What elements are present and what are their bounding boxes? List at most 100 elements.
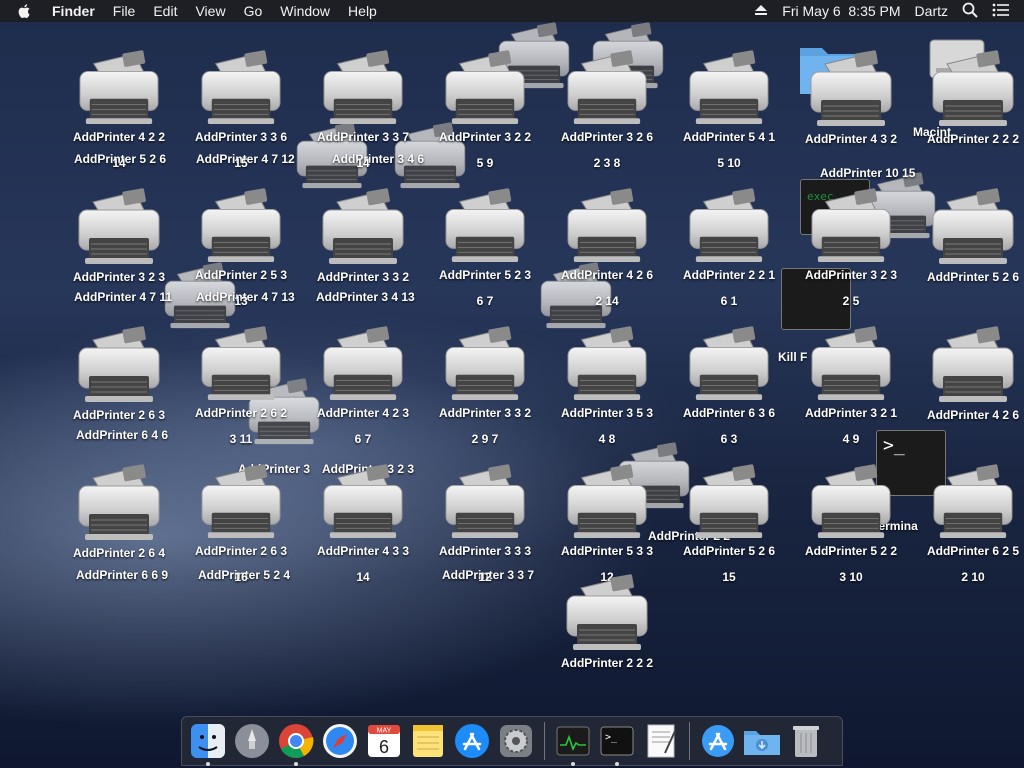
- desktop-icon-addprinter[interactable]: AddPrinter 5 3 3 12: [552, 464, 662, 584]
- desktop-icon-addprinter[interactable]: AddPrinter 3 2 2 5 9: [430, 50, 540, 170]
- trash-icon[interactable]: [786, 721, 826, 761]
- icon-label: AddPrinter 5 2 6: [926, 270, 1020, 284]
- printer-icon: [317, 50, 409, 126]
- icon-sublabel: 2 9 7: [471, 432, 499, 446]
- icon-label: AddPrinter 6 2 5: [926, 544, 1020, 558]
- desktop-icon-addprinter[interactable]: AddPrinter 3 2 3 2 5: [796, 188, 906, 308]
- printer-icon: [317, 464, 409, 540]
- svg-text:>_: >_: [605, 732, 618, 743]
- icon-label: AddPrinter 5 3 3: [560, 544, 654, 558]
- calendar-icon[interactable]: MAY 6: [364, 721, 404, 761]
- icon-sublabel: 5 10: [717, 156, 741, 170]
- desktop-icon-addprinter[interactable]: AddPrinter 3 2 6 2 3 8: [552, 50, 662, 170]
- desktop-icon-addprinter[interactable]: AddPrinter 3 3 3 12: [430, 464, 540, 584]
- icon-sublabel: 15: [722, 570, 736, 584]
- printer-icon: [683, 50, 775, 126]
- desktop-icon-addprinter[interactable]: AddPrinter 2 6 3 16: [186, 464, 296, 584]
- app-store-icon[interactable]: [452, 721, 492, 761]
- terminal-icon[interactable]: >_: [597, 721, 637, 766]
- icon-label: AddPrinter 2 2 2: [926, 132, 1020, 146]
- finder-icon[interactable]: [188, 721, 228, 766]
- icon-sublabel: 6 3: [720, 432, 738, 446]
- desktop-icon-addprinter[interactable]: AddPrinter 2 2 2: [552, 574, 662, 694]
- desktop-icon-addprinter[interactable]: AddPrinter 2 2 2: [918, 50, 1024, 170]
- icon-sublabel: 4 9: [842, 432, 860, 446]
- printer-icon: [561, 574, 653, 652]
- menu-view[interactable]: View: [195, 3, 225, 19]
- app-store-folder-icon[interactable]: [698, 721, 738, 761]
- icon-sublabel: 14: [112, 156, 126, 170]
- menu-go[interactable]: Go: [244, 3, 263, 19]
- icon-sublabel: 15: [234, 156, 248, 170]
- printer-icon: [73, 50, 165, 126]
- menu-file[interactable]: File: [113, 3, 136, 19]
- activity-monitor-icon[interactable]: [553, 721, 593, 766]
- desktop-icon-addprinter[interactable]: AddPrinter 4 2 6: [918, 326, 1024, 446]
- desktop-icon-addprinter[interactable]: AddPrinter 4 2 2 14: [64, 50, 174, 170]
- desktop-icon-addprinter[interactable]: AddPrinter 5 2 2 3 10: [796, 464, 906, 584]
- icon-sublabel: 4 8: [598, 432, 616, 446]
- textedit-icon[interactable]: [641, 721, 681, 761]
- desktop-icon-addprinter[interactable]: AddPrinter 2 5 3 13: [186, 188, 296, 308]
- downloads-folder-icon[interactable]: [742, 721, 782, 761]
- desktop-icon-addprinter[interactable]: AddPrinter 3 3 7 14: [308, 50, 418, 170]
- desktop-icon-addprinter[interactable]: AddPrinter 5 4 1 5 10: [674, 50, 784, 170]
- dock-separator: [689, 722, 690, 760]
- list-icon[interactable]: [992, 3, 1010, 20]
- desktop-icon-addprinter[interactable]: AddPrinter 2 2 1 6 1: [674, 188, 784, 308]
- desktop-icon-addprinter[interactable]: AddPrinter 5 2 6: [918, 188, 1024, 308]
- desktop-icon-addprinter[interactable]: AddPrinter 4 2 3 6 7: [308, 326, 418, 446]
- icon-label: AddPrinter 2 2 1: [682, 268, 776, 282]
- printer-icon: [805, 326, 897, 402]
- desktop: exec >_ AddPrinter 5 2 6 AddPrinter 4 7 …: [0, 22, 1024, 712]
- safari-icon[interactable]: [320, 721, 360, 761]
- user-menu[interactable]: Dartz: [915, 3, 948, 19]
- launchpad-icon[interactable]: [232, 721, 272, 761]
- desktop-icon-addprinter[interactable]: AddPrinter 5 2 3 6 7: [430, 188, 540, 308]
- icon-label: AddPrinter 3 2 1: [804, 406, 898, 420]
- icon-label: AddPrinter 4 2 2: [72, 130, 166, 144]
- clock[interactable]: Fri May 6 8:35 PM: [782, 3, 900, 19]
- menu-window[interactable]: Window: [280, 3, 330, 19]
- eject-icon[interactable]: [754, 3, 768, 19]
- icon-sublabel: 6 1: [720, 294, 738, 308]
- icon-sublabel: 3 11: [229, 432, 253, 446]
- menu-help[interactable]: Help: [348, 3, 377, 19]
- desktop-icon-addprinter[interactable]: AddPrinter 2 6 4: [64, 464, 174, 584]
- chrome-icon[interactable]: [276, 721, 316, 766]
- icon-label: AddPrinter 4 2 3: [316, 406, 410, 420]
- desktop-icon-addprinter[interactable]: AddPrinter 3 3 2 2 9 7: [430, 326, 540, 446]
- icon-label: AddPrinter 2 6 2: [194, 406, 288, 420]
- desktop-icon-addprinter[interactable]: AddPrinter 3 3 2: [308, 188, 418, 308]
- icon-label: AddPrinter 3 2 2: [438, 130, 532, 144]
- menu-app-name[interactable]: Finder: [52, 3, 95, 19]
- notes-icon[interactable]: [408, 721, 448, 761]
- icon-label: AddPrinter 2 2 2: [560, 656, 654, 670]
- icon-label: AddPrinter 2 6 3: [194, 544, 288, 558]
- icon-label: AddPrinter 3 3 6: [194, 130, 288, 144]
- icon-label: AddPrinter 4 2 6: [560, 268, 654, 282]
- desktop-icon-addprinter[interactable]: AddPrinter 3 3 6 15: [186, 50, 296, 170]
- desktop-icon-addprinter[interactable]: AddPrinter 4 2 6 2 14: [552, 188, 662, 308]
- desktop-icon-addprinter[interactable]: AddPrinter 6 3 6 6 3: [674, 326, 784, 446]
- search-icon[interactable]: [962, 2, 978, 21]
- desktop-icon-addprinter[interactable]: AddPrinter 5 2 6 15: [674, 464, 784, 584]
- icon-sublabel: 5 9: [476, 156, 494, 170]
- icon-label: AddPrinter 3 3 7: [316, 130, 410, 144]
- apple-icon[interactable]: [18, 3, 38, 19]
- desktop-icon-addprinter[interactable]: AddPrinter 3 5 3 4 8: [552, 326, 662, 446]
- desktop-icon-addprinter[interactable]: AddPrinter 2 6 2 3 11: [186, 326, 296, 446]
- menu-edit[interactable]: Edit: [153, 3, 177, 19]
- desktop-icon-addprinter[interactable]: AddPrinter 3 2 3: [64, 188, 174, 308]
- desktop-icon-addprinter[interactable]: AddPrinter 4 3 3 14: [308, 464, 418, 584]
- desktop-icon-addprinter[interactable]: AddPrinter 6 2 5 2 10: [918, 464, 1024, 584]
- desktop-icon-addprinter[interactable]: AddPrinter 3 2 1 4 9: [796, 326, 906, 446]
- icon-label: AddPrinter 6 3 6: [682, 406, 776, 420]
- desktop-icon-addprinter[interactable]: AddPrinter 4 3 2: [796, 50, 906, 170]
- printer-icon: [805, 464, 897, 540]
- desktop-icon-addprinter[interactable]: AddPrinter 2 6 3: [64, 326, 174, 446]
- printer-icon: [561, 50, 653, 126]
- system-preferences-icon[interactable]: [496, 721, 536, 761]
- icon-label: AddPrinter 3 3 2: [316, 270, 410, 284]
- printer-icon: [73, 464, 165, 542]
